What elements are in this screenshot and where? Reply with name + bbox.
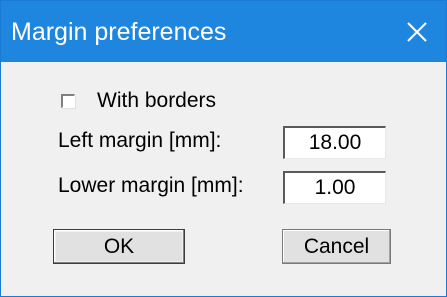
margin-preferences-dialog: Margin preferences With borders Left mar… — [0, 0, 447, 297]
ok-button[interactable]: OK — [53, 229, 185, 264]
close-icon — [407, 21, 427, 42]
left-margin-field[interactable] — [283, 126, 386, 159]
lower-margin-field[interactable] — [283, 171, 386, 204]
title-bar: Margin preferences — [1, 1, 446, 62]
lower-margin-label: Lower margin [mm]: — [58, 174, 244, 197]
with-borders-checkbox[interactable] — [61, 94, 75, 108]
with-borders-label[interactable]: With borders — [97, 90, 216, 112]
left-margin-label: Left margin [mm]: — [58, 129, 222, 152]
close-button[interactable] — [388, 1, 446, 62]
with-borders-option[interactable]: With borders — [61, 90, 216, 112]
cancel-button[interactable]: Cancel — [282, 229, 391, 264]
dialog-title: Margin preferences — [11, 18, 227, 46]
